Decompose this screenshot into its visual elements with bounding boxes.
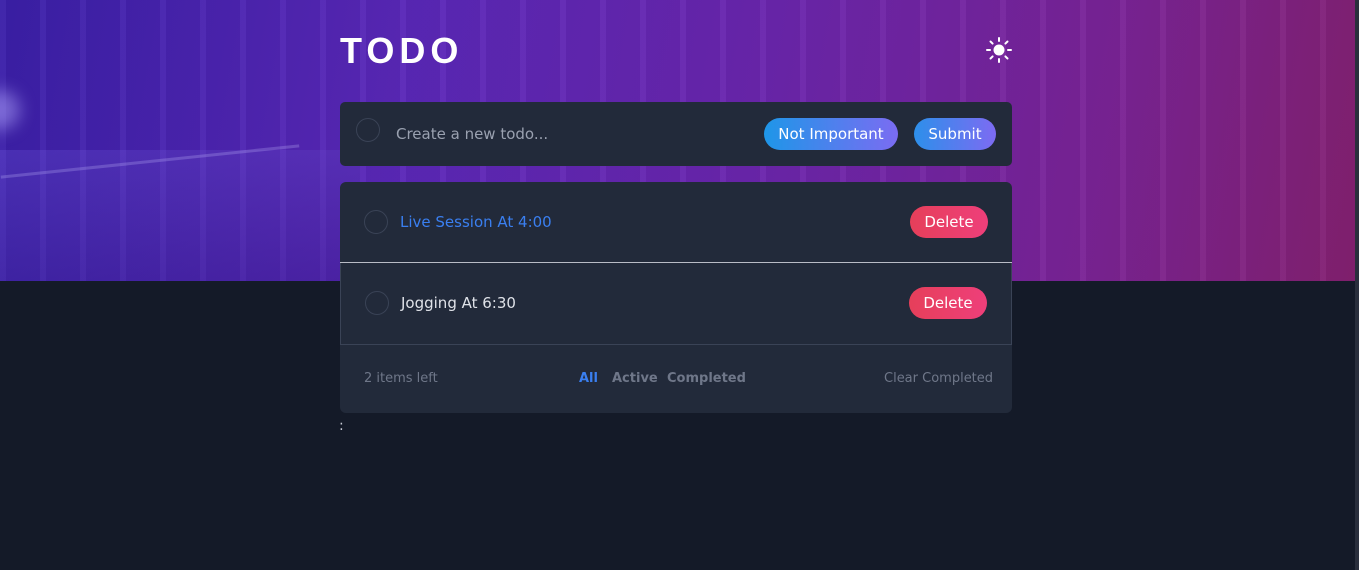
clear-completed-button[interactable]: Clear Completed [884, 371, 993, 386]
new-todo-card: Not Important Submit [340, 102, 1012, 166]
todo-checkbox[interactable] [365, 291, 389, 315]
list-footer: 2 items left All Active Completed Clear … [340, 345, 1012, 413]
background-light [0, 90, 20, 130]
priority-toggle-button[interactable]: Not Important [764, 118, 898, 150]
filter-all[interactable]: All [579, 371, 598, 386]
theme-toggle-button[interactable] [985, 36, 1013, 64]
new-todo-checkbox[interactable] [356, 118, 380, 142]
filter-active[interactable]: Active [612, 371, 658, 386]
app-title: TODO [340, 30, 464, 71]
delete-button[interactable]: Delete [909, 287, 987, 319]
items-left-count: 2 items left [364, 371, 438, 386]
sun-icon [986, 37, 1012, 63]
todo-item: Jogging At 6:30 Delete [340, 263, 1012, 345]
new-todo-input[interactable] [396, 122, 736, 146]
todo-text[interactable]: Live Session At 4:00 [400, 213, 552, 231]
todo-text[interactable]: Jogging At 6:30 [401, 294, 516, 312]
filter-completed[interactable]: Completed [667, 371, 746, 386]
delete-button[interactable]: Delete [910, 206, 988, 238]
page-scrollbar[interactable] [1355, 0, 1359, 570]
todo-item: Live Session At 4:00 Delete [340, 182, 1012, 263]
stray-text: : [339, 418, 344, 434]
todo-list-card: Live Session At 4:00 Delete Jogging At 6… [340, 182, 1012, 413]
todo-checkbox[interactable] [364, 210, 388, 234]
submit-button[interactable]: Submit [914, 118, 996, 150]
